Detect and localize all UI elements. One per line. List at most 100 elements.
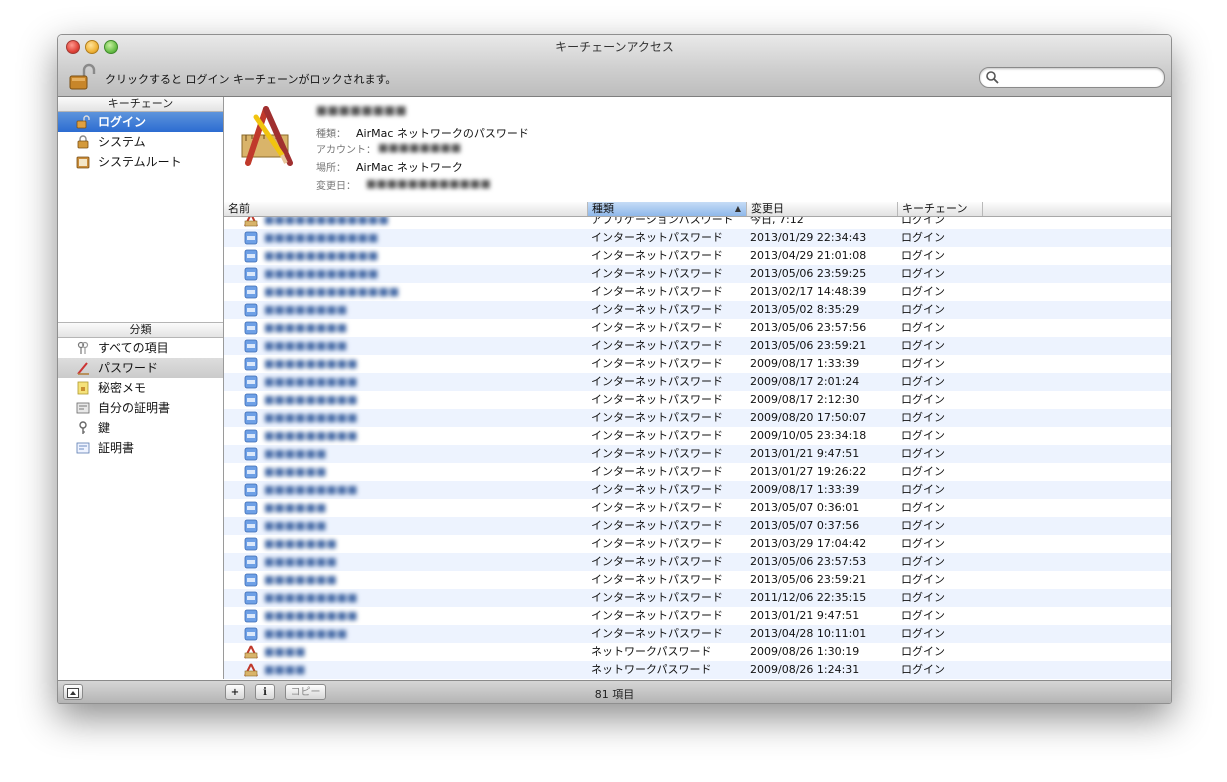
sidebar-item-keys[interactable]: 鍵 — [58, 418, 223, 438]
network-password-icon — [244, 663, 258, 677]
table-row[interactable]: ■■■■■■■■■ インターネットパスワード 2009/10/05 23:34:18… — [224, 427, 1171, 445]
item-keychain-cell: ログイン — [901, 555, 945, 568]
item-kind-cell: インターネットパスワード — [591, 267, 723, 280]
item-name-cell: ■■■■■■■■■■■■■ — [264, 285, 400, 298]
sidebar-item-secure-notes[interactable]: 秘密メモ — [58, 378, 223, 398]
item-kind-cell: インターネットパスワード — [591, 519, 723, 532]
item-kind-cell: ネットワークパスワード — [591, 645, 712, 658]
item-date-cell: 2013/04/28 10:11:01 — [750, 627, 867, 640]
item-date-cell: 2013/05/06 23:59:21 — [750, 573, 867, 586]
column-header-kind[interactable]: 種類 ▲ — [588, 202, 747, 216]
item-date-cell: 2009/10/05 23:34:18 — [750, 429, 867, 442]
item-kind-cell: インターネットパスワード — [591, 573, 723, 586]
table-row[interactable]: ■■■■■■■ インターネットパスワード 2013/05/06 23:57:53 ログ… — [224, 553, 1171, 571]
sidebar-item-certificates[interactable]: 証明書 — [58, 438, 223, 458]
item-name-cell: ■■■■■■■■ — [264, 321, 348, 334]
item-name-cell: ■■■■■■ — [264, 465, 327, 478]
search-field[interactable] — [979, 67, 1165, 88]
search-icon — [986, 71, 999, 84]
item-date-cell: 2013/05/06 23:59:25 — [750, 267, 867, 280]
item-kind-cell: インターネットパスワード — [591, 249, 723, 262]
table-row[interactable]: ■■■■■■■■ インターネットパスワード 2013/05/06 23:59:21 ロ… — [224, 337, 1171, 355]
table-row[interactable]: ■■■■■■■ インターネットパスワード 2013/05/06 23:59:21 ログ… — [224, 571, 1171, 589]
table-row[interactable]: ■■■■■■■■■■■ インターネットパスワード 2013/04/29 21:01:… — [224, 247, 1171, 265]
item-keychain-cell: ログイン — [901, 447, 945, 460]
item-name-cell: ■■■■■■■■■ — [264, 393, 358, 406]
table-row[interactable]: ■■■■ ネットワークパスワード 2009/08/26 1:30:19 ログイン — [224, 643, 1171, 661]
item-date-cell: 2009/08/26 1:30:19 — [750, 645, 860, 658]
sidebar-item-label: 鍵 — [98, 421, 111, 435]
table-row[interactable]: ■■■■■■■■■ インターネットパスワード 2011/12/06 22:35:15… — [224, 589, 1171, 607]
table-row[interactable]: ■■■■■■■■ インターネットパスワード 2013/05/06 23:57:56 ロ… — [224, 319, 1171, 337]
sort-ascending-icon: ▲ — [734, 204, 741, 213]
network-password-icon — [244, 645, 258, 659]
column-header-name[interactable]: 名前 — [224, 202, 588, 216]
item-date-cell: 2013/05/06 23:57:56 — [750, 321, 867, 334]
table-row[interactable]: ■■■■■■■■■■■■ アプリケーションパスワード 今日, 7:12 ログイン — [224, 217, 1171, 229]
item-date-cell: 2013/04/29 21:01:08 — [750, 249, 867, 262]
column-header-keychain[interactable]: キーチェーン — [898, 202, 983, 216]
item-kind-cell: インターネットパスワード — [591, 339, 723, 352]
certificate-icon — [76, 442, 90, 454]
column-header-date[interactable]: 変更日 — [747, 202, 898, 216]
table-row[interactable]: ■■■■■■■■■ インターネットパスワード 2009/08/17 1:33:39 ロ… — [224, 481, 1171, 499]
toolbar: キーチェーンアクセス クリックすると ログイン キーチェーンがロックされます。 — [58, 35, 1171, 97]
unlocked-padlock-icon[interactable] — [68, 63, 96, 91]
sidebar-item-system-roots[interactable]: システムルート — [58, 152, 223, 172]
table-row[interactable]: ■■■■■■■■■■■ インターネットパスワード 2013/05/06 23:59:… — [224, 265, 1171, 283]
globe-key-icon — [244, 501, 258, 515]
table-row[interactable]: ■■■■■■ インターネットパスワード 2013/01/27 19:26:22 ログイ… — [224, 463, 1171, 481]
keychains-header: キーチェーン — [58, 97, 223, 112]
sidebar-item-all-items[interactable]: すべての項目 — [58, 338, 223, 358]
table-row[interactable]: ■■■■■■■ インターネットパスワード 2013/03/29 17:04:42 ログ… — [224, 535, 1171, 553]
item-kind-cell: インターネットパスワード — [591, 357, 723, 370]
sidebar-item-my-certificates[interactable]: 自分の証明書 — [58, 398, 223, 418]
table-row[interactable]: ■■■■■■ インターネットパスワード 2013/01/21 9:47:51 ログイン — [224, 445, 1171, 463]
item-detail-pane: ■■■■■■■■ 種類： AirMac ネットワークのパスワード アカウント： … — [224, 97, 1171, 203]
table-row[interactable]: ■■■■■■■■■ インターネットパスワード 2009/08/17 1:33:39 ロ… — [224, 355, 1171, 373]
item-date-cell: 2009/08/26 1:24:31 — [750, 663, 860, 676]
table-row[interactable]: ■■■■■■■■■ インターネットパスワード 2009/08/17 2:12:30 ロ… — [224, 391, 1171, 409]
table-row[interactable]: ■■■■■■■■ インターネットパスワード 2013/04/28 10:11:01 ロ… — [224, 625, 1171, 643]
sidebar-item-label: パスワード — [98, 361, 159, 375]
sidebar-item-system[interactable]: システム — [58, 132, 223, 152]
table-row[interactable]: ■■■■■■ インターネットパスワード 2013/05/07 0:37:56 ログイン — [224, 517, 1171, 535]
table-row[interactable]: ■■■■■■ インターネットパスワード 2013/05/07 0:36:01 ログイン — [224, 499, 1171, 517]
item-keychain-cell: ログイン — [901, 465, 945, 478]
item-keychain-cell: ログイン — [901, 217, 945, 226]
table-row[interactable]: ■■■■■■■■ インターネットパスワード 2013/05/02 8:35:29 ログ… — [224, 301, 1171, 319]
table-row[interactable]: ■■■■■■■■■■■ インターネットパスワード 2013/01/29 22:34:… — [224, 229, 1171, 247]
item-kind-cell: インターネットパスワード — [591, 393, 723, 406]
item-name-cell: ■■■■■■■■■ — [264, 609, 358, 622]
item-name-cell: ■■■■■■■ — [264, 573, 337, 586]
search-input[interactable] — [1002, 69, 1156, 86]
account-value: ■■■■■■■■ — [378, 141, 462, 154]
item-kind-cell: インターネットパスワード — [591, 627, 723, 640]
item-keychain-cell: ログイン — [901, 429, 945, 442]
item-name-cell: ■■■■■■■■■ — [264, 375, 358, 388]
item-keychain-cell: ログイン — [901, 609, 945, 622]
item-keychain-cell: ログイン — [901, 339, 945, 352]
padlock-icon — [77, 135, 89, 149]
item-kind-cell: インターネットパスワード — [591, 285, 723, 298]
table-row[interactable]: ■■■■■■■■■ インターネットパスワード 2009/08/20 17:50:07… — [224, 409, 1171, 427]
globe-key-icon — [244, 555, 258, 569]
globe-key-icon — [244, 375, 258, 389]
sidebar: キーチェーン ログイン システム システムルート 分類 すべての項目 パスワード… — [58, 97, 224, 679]
item-date-cell: 2013/02/17 14:48:39 — [750, 285, 867, 298]
globe-key-icon — [244, 249, 258, 263]
item-date-cell: 2013/01/21 9:47:51 — [750, 447, 860, 460]
table-row[interactable]: ■■■■■■■■■ インターネットパスワード 2009/08/17 2:01:24 ロ… — [224, 373, 1171, 391]
item-keychain-cell: ログイン — [901, 357, 945, 370]
item-date-cell: 今日, 7:12 — [750, 217, 804, 226]
pencil-icon — [77, 362, 89, 375]
table-row[interactable]: ■■■■■■■■■ インターネットパスワード 2013/01/21 9:47:51 ロ… — [224, 607, 1171, 625]
sidebar-item-login[interactable]: ログイン — [58, 112, 223, 132]
item-date-cell: 2013/05/07 0:37:56 — [750, 519, 860, 532]
table-row[interactable]: ■■■■ ネットワークパスワード 2009/08/26 1:24:31 ログイン — [224, 661, 1171, 679]
where-label: 場所： — [316, 163, 346, 174]
sidebar-item-passwords[interactable]: パスワード — [58, 358, 223, 378]
table-row[interactable]: ■■■■■■■■■■■■■ インターネットパスワード 2013/02/17 14:4… — [224, 283, 1171, 301]
app-password-icon — [244, 217, 258, 227]
item-date-cell: 2009/08/17 1:33:39 — [750, 483, 860, 496]
